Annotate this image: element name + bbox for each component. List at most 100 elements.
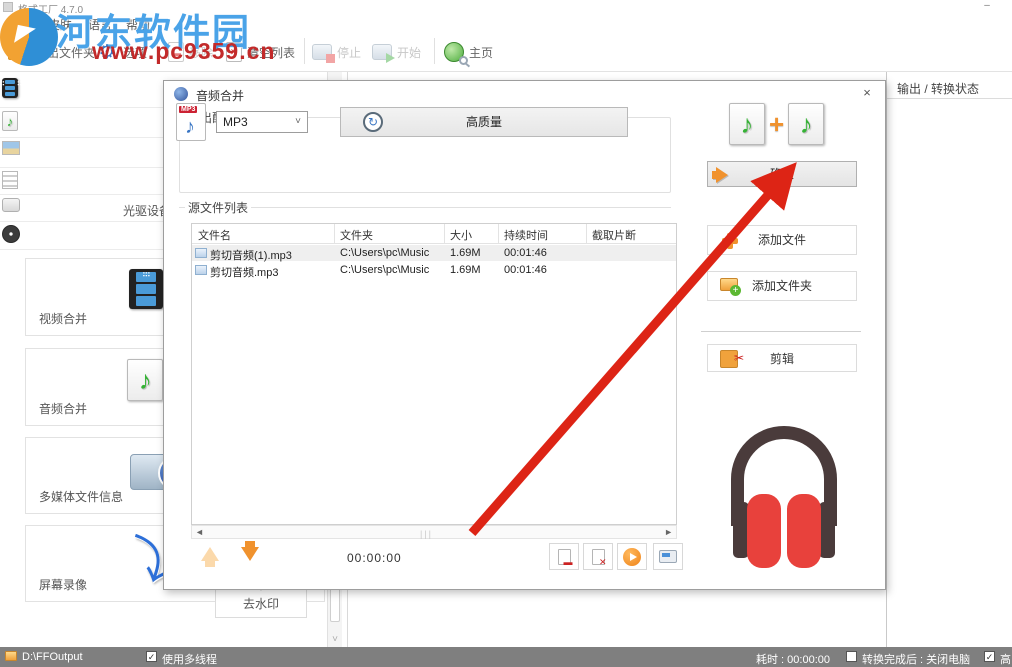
card-label: 音频合并: [39, 400, 87, 417]
col-size[interactable]: 大小: [450, 227, 472, 243]
elapsed-time: 耗时 : 00:00:00: [756, 651, 830, 667]
col-filename[interactable]: 文件名: [198, 227, 231, 243]
picture-tab-icon: [2, 141, 20, 155]
add-file-label: 添加文件: [758, 233, 806, 247]
mp3-file-icon: MP3♪: [176, 103, 206, 141]
document-tab-icon: [2, 171, 18, 189]
scissors-icon: [720, 350, 738, 368]
menu-help[interactable]: 帮助: [126, 16, 150, 33]
output-status-panel: 输出 / 转换状态: [886, 72, 1012, 647]
add-file-button[interactable]: 添加文件: [707, 225, 857, 255]
menu-task[interactable]: 任务: [8, 16, 32, 33]
clip-label: 剪辑: [770, 352, 794, 366]
remove-file-button[interactable]: ▬: [549, 543, 579, 570]
toolbar-separator: [304, 38, 305, 64]
output-folder-button[interactable]: 输出文件夹: [8, 36, 95, 68]
multithread-label: 使用多线程: [162, 651, 217, 667]
divider: [887, 98, 1012, 99]
headphones-image: [719, 416, 849, 566]
remove-button: ▬ 移除: [168, 36, 213, 68]
start-label: 开始: [397, 44, 421, 61]
scroll-down-icon[interactable]: ˅: [328, 634, 342, 645]
remove-label: 移除: [189, 44, 213, 61]
audio-merge-big-icon: ♪ + ♪: [729, 103, 824, 145]
extra-checkbox[interactable]: ✓: [984, 651, 995, 662]
gear-icon: ⚙: [96, 41, 118, 63]
scrollbar-grip[interactable]: |||: [420, 529, 433, 539]
clear-files-button[interactable]: ✕: [583, 543, 613, 570]
toolbar-separator: [434, 38, 435, 64]
video-tab-icon: [2, 78, 18, 98]
remove-file-icon: ▬: [168, 42, 184, 62]
move-up-button[interactable]: [201, 547, 219, 561]
menu-bar: 任务 皮肤 语言 帮助: [0, 14, 1012, 32]
play-button[interactable]: [617, 543, 647, 570]
rom-device-icon: [2, 198, 20, 212]
move-down-button[interactable]: [241, 547, 259, 561]
clip-button[interactable]: 剪辑: [707, 344, 857, 372]
card-label: 屏幕录像: [39, 576, 87, 593]
horizontal-scrollbar[interactable]: ◄ ||| ►: [191, 525, 677, 539]
source-file-table: 文件名 文件夹 大小 持续时间 截取片断 剪切音频(1).mp3 C:\User…: [191, 223, 677, 525]
dialog-title: 音频合并: [196, 87, 244, 104]
home-button[interactable]: 主页: [444, 36, 493, 68]
audio-merge-dialog: 音频合并 × 输出配置 MP3♪ MP3 ˅ ↻ 高质量 ♪ + ♪ 确定 源文…: [163, 80, 886, 590]
col-folder[interactable]: 文件夹: [340, 227, 373, 243]
display-icon: [659, 550, 677, 563]
dialog-icon: [174, 87, 188, 101]
close-icon[interactable]: ×: [859, 85, 875, 101]
scroll-right-icon[interactable]: ►: [664, 527, 673, 537]
minimize-button[interactable]: –: [980, 0, 994, 10]
output-folder-label: 输出文件夹: [35, 44, 95, 61]
table-row[interactable]: 剪切音频.mp3 C:\Users\pc\Music 1.69M 00:01:4…: [192, 262, 676, 278]
start-button: 开始: [372, 36, 421, 68]
remove-file-icon: ▬: [558, 549, 571, 565]
format-select[interactable]: MP3 ˅: [216, 111, 308, 133]
col-clip[interactable]: 截取片断: [592, 227, 636, 243]
quality-gear-icon: ↻: [363, 112, 383, 132]
play-icon: [623, 548, 641, 566]
multithread-checkbox[interactable]: ✓: [146, 651, 157, 662]
folder-icon: [8, 44, 30, 60]
audio-file-icon: [195, 265, 207, 275]
source-list-label: 源文件列表: [185, 199, 251, 216]
stop-label: 停止: [337, 44, 361, 61]
chevron-down-icon: ˅: [295, 116, 301, 127]
confirm-button[interactable]: 确定: [707, 161, 857, 187]
confirm-arrow-icon: [716, 167, 728, 183]
col-duration[interactable]: 持续时间: [504, 227, 548, 243]
add-folder-label: 添加文件夹: [752, 279, 812, 293]
menu-language[interactable]: 语言: [88, 16, 112, 33]
extra-label-clipped: 高: [1000, 651, 1011, 667]
shutdown-checkbox[interactable]: [846, 651, 857, 662]
clear-files-icon: ✕: [592, 549, 605, 565]
stop-icon: [312, 44, 332, 60]
quality-button[interactable]: ↻ 高质量: [340, 107, 628, 137]
card-label: 视频合并: [39, 310, 87, 327]
confirm-label: 确定: [770, 167, 794, 181]
add-folder-button[interactable]: 添加文件夹: [707, 271, 857, 301]
output-path[interactable]: D:\FFOutput: [22, 651, 83, 663]
film-reel-icon: [2, 225, 20, 243]
main-toolbar: 输出文件夹 ⚙ 选项 ▬ 移除 ✕ 清空列表 停止 开始 主页: [0, 32, 1012, 72]
menu-skin[interactable]: 皮肤: [48, 16, 72, 33]
format-value: MP3: [223, 115, 248, 129]
divider: [179, 207, 671, 208]
preview-toggle-button[interactable]: [653, 543, 683, 570]
start-icon: [372, 44, 392, 60]
quality-label: 高质量: [466, 115, 502, 129]
add-icon: [722, 233, 738, 249]
table-header-row[interactable]: 文件名 文件夹 大小 持续时间 截取片断: [192, 224, 676, 244]
clear-list-icon: ✕: [226, 42, 242, 62]
card-label: 多媒体文件信息: [39, 488, 123, 505]
output-status-title: 输出 / 转换状态: [897, 80, 979, 97]
app-window: 格式工厂 4.7.0 – 任务 皮肤 语言 帮助 输出文件夹 ⚙ 选项 ▬ 移除…: [0, 0, 1012, 667]
clear-list-button[interactable]: ✕ 清空列表: [226, 36, 295, 68]
scroll-left-icon[interactable]: ◄: [195, 527, 204, 537]
status-bar: D:\FFOutput ✓ 使用多线程 耗时 : 00:00:00 转换完成后 …: [0, 647, 1012, 667]
audio-tab-icon: ♪: [2, 111, 18, 131]
home-globe-icon: [444, 42, 464, 62]
options-button[interactable]: ⚙ 选项: [96, 36, 147, 68]
output-folder-icon: [5, 651, 17, 661]
table-row[interactable]: 剪切音频(1).mp3 C:\Users\pc\Music 1.69M 00:0…: [192, 245, 676, 261]
